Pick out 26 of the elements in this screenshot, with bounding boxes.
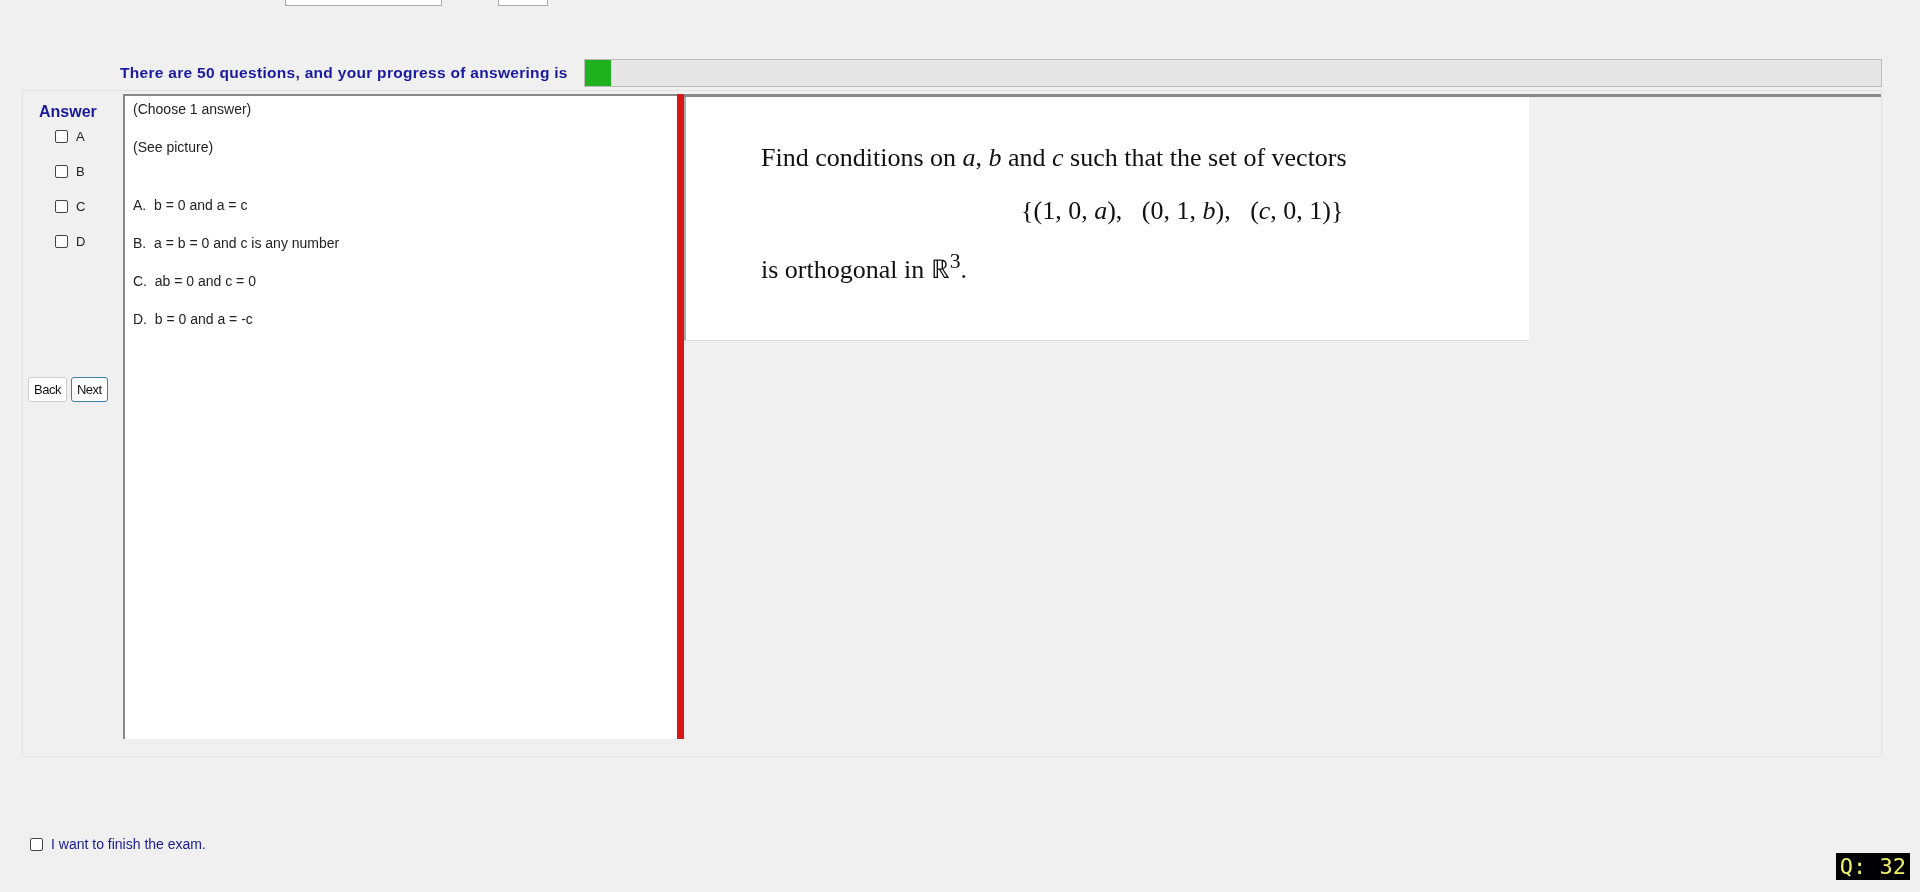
answer-option-label[interactable]: C	[76, 199, 86, 214]
question-note: (Choose 1 answer)	[133, 101, 253, 119]
finish-label[interactable]: I want to finish the exam.	[51, 836, 206, 852]
back-button[interactable]: Back	[28, 377, 67, 402]
finish-checkbox[interactable]	[30, 837, 43, 851]
date-field[interactable]	[285, 0, 442, 6]
answer-choice-text: D. b = 0 and a = -c	[133, 311, 254, 329]
answer-option-label[interactable]: B	[76, 164, 85, 179]
question-picture-line: {(1, 0, a), (0, 1, b), (c, 0, 1)}	[1020, 196, 1345, 227]
answer-checkbox[interactable]	[55, 200, 68, 213]
answer-checkbox[interactable]	[55, 235, 68, 248]
question-note: (See picture)	[133, 139, 215, 157]
answer-choice-text: B. a = b = 0 and c is any number	[133, 235, 341, 253]
question-number-badge: Q: 32	[1835, 853, 1910, 880]
answer-choice-text: A. b = 0 and a = c	[133, 197, 249, 215]
progress-label: There are 50 questions, and your progress of answering is	[120, 64, 568, 82]
answer-option-label[interactable]: D	[76, 234, 86, 249]
answer-option-label[interactable]: A	[76, 129, 85, 144]
next-button[interactable]: Next	[70, 377, 108, 402]
answer-choice-text: C. ab = 0 and c = 0	[133, 273, 257, 291]
question-picture-line: Find conditions on a, b and c such that the set of vectors	[761, 143, 1348, 174]
dropdown-field[interactable]	[498, 0, 548, 6]
answer-title: Answer	[39, 103, 97, 121]
answer-checkbox[interactable]	[55, 130, 68, 143]
answer-checkbox[interactable]	[55, 165, 68, 178]
question-picture-line: is orthogonal in ℝ$^{3}$.	[761, 249, 969, 286]
